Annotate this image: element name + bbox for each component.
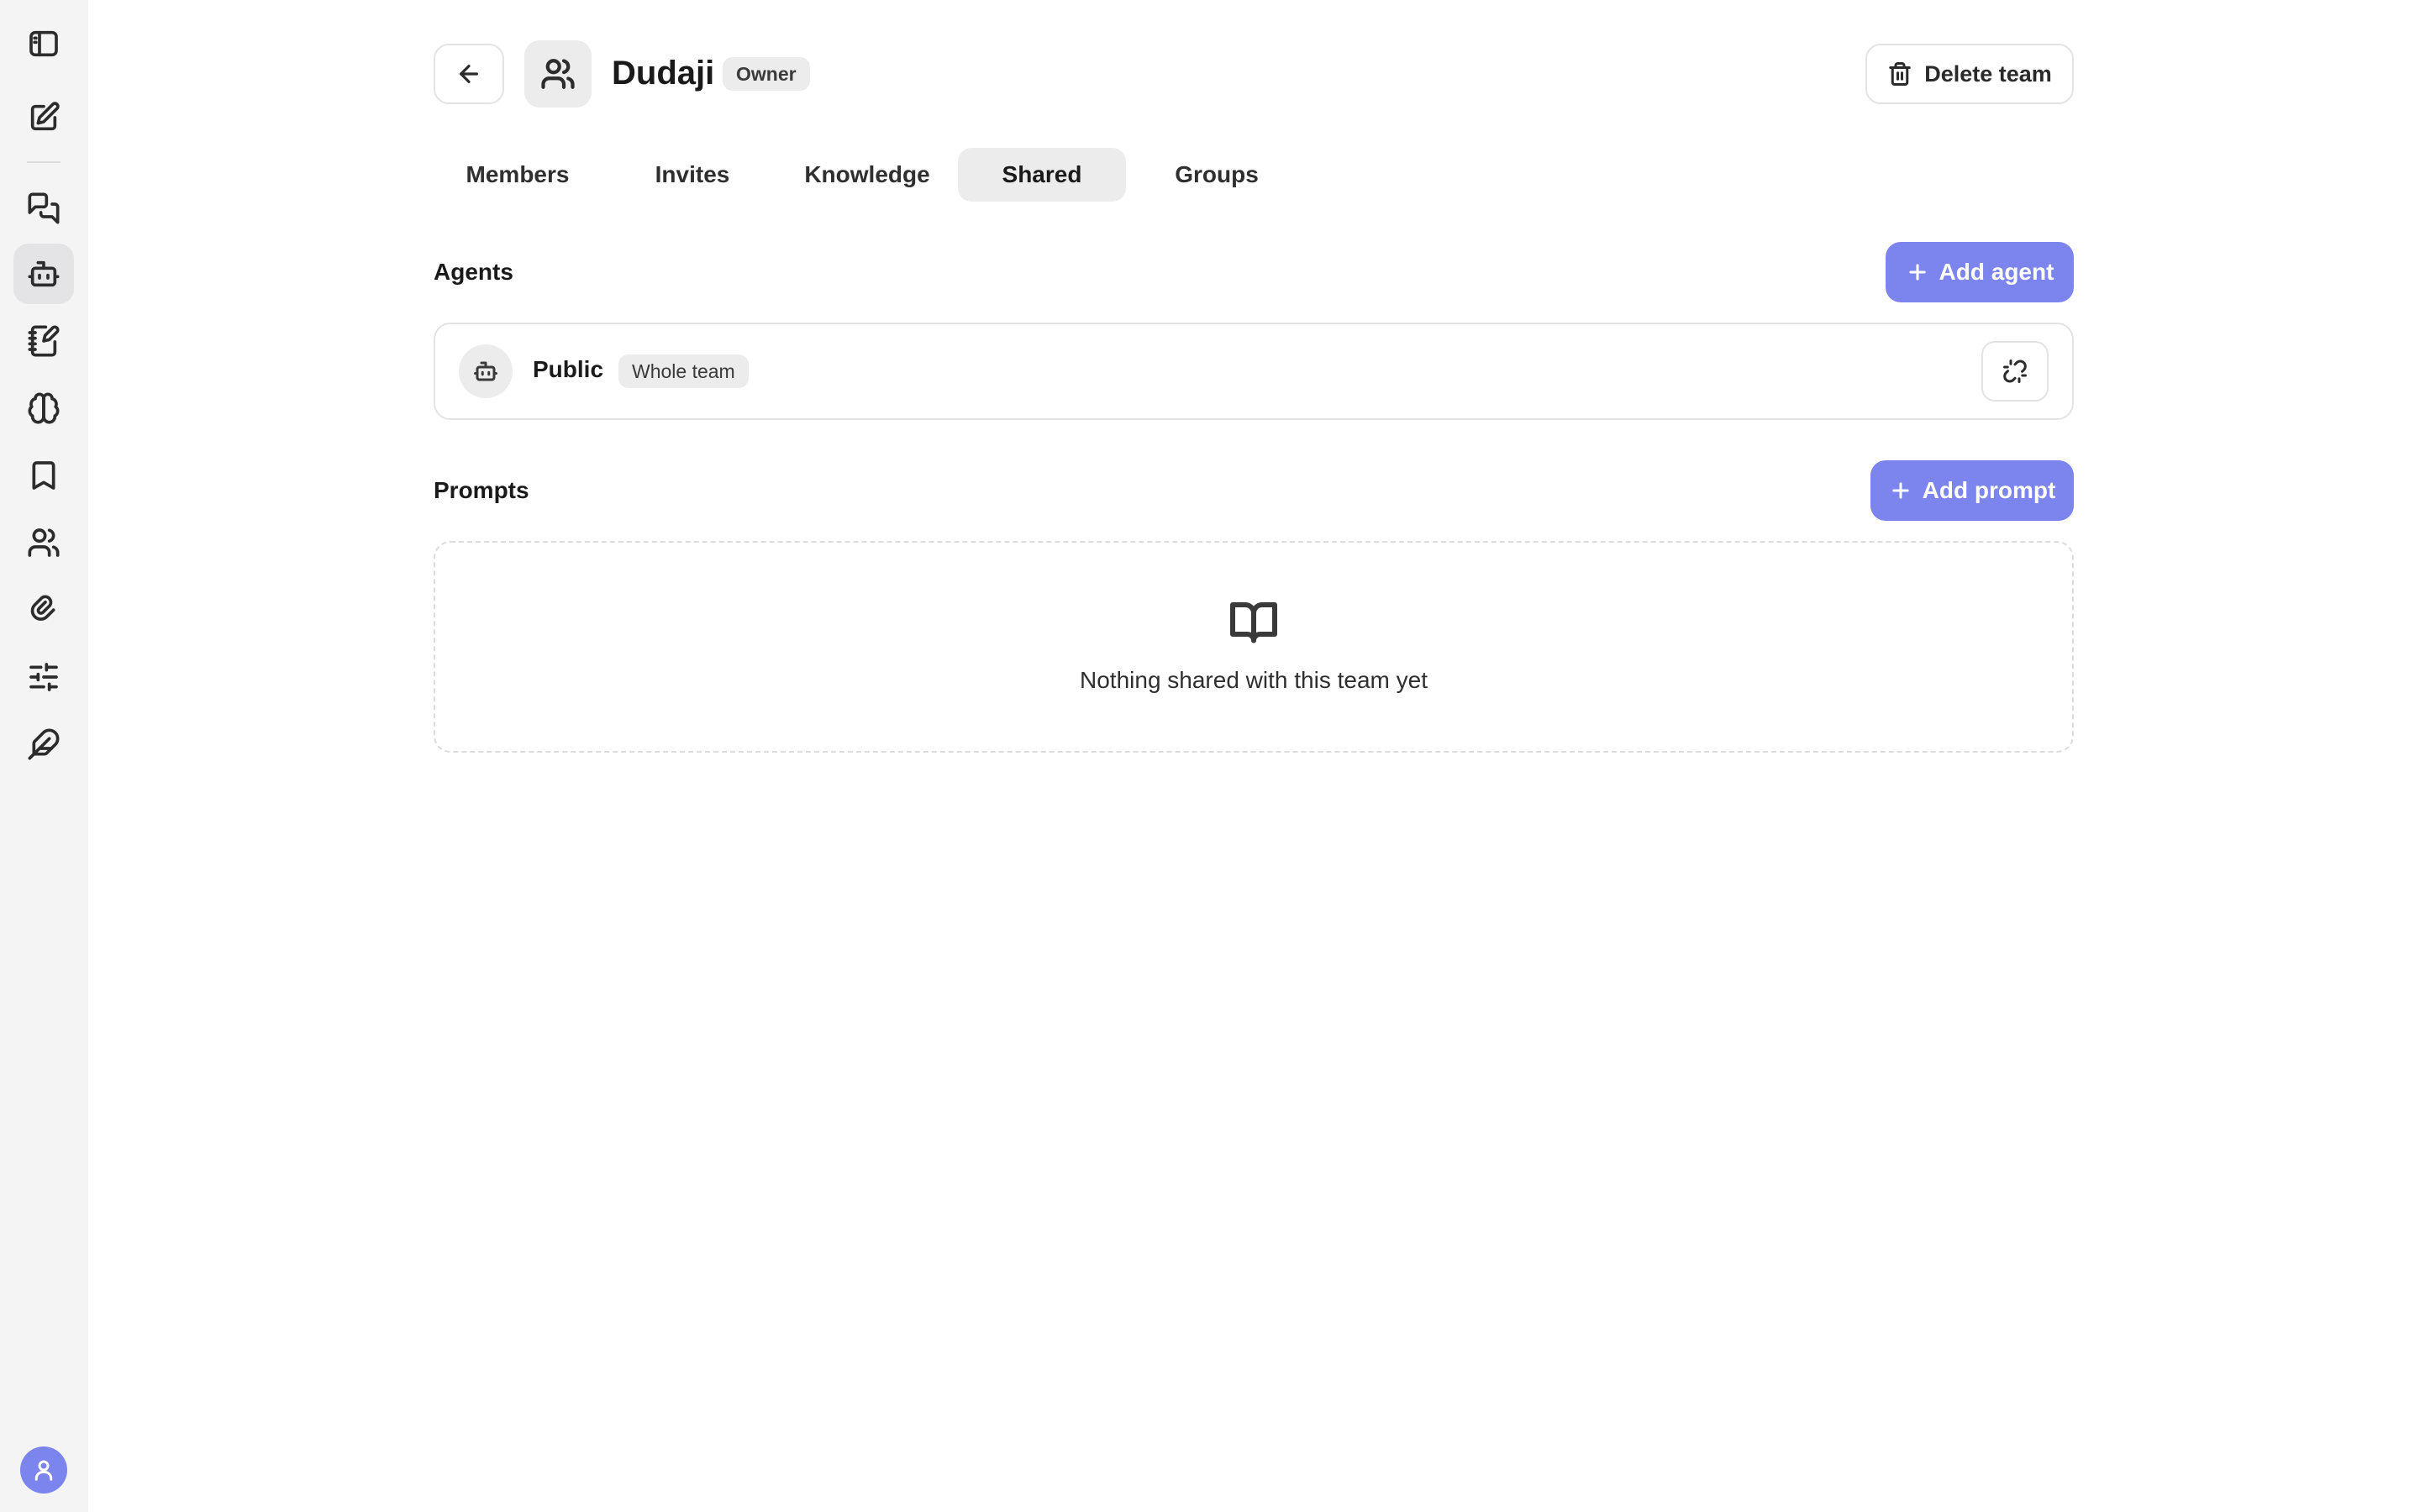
user-icon	[34, 1460, 53, 1481]
feather-icon	[28, 728, 60, 760]
delete-team-button[interactable]: Delete team	[1865, 44, 2074, 104]
sidebar-item-teams[interactable]	[13, 512, 74, 573]
agents-section-title: Agents	[434, 259, 513, 285]
tab-knowledge[interactable]: Knowledge	[783, 148, 951, 202]
sidebar-item-notebook[interactable]	[13, 311, 74, 371]
team-avatar	[524, 40, 592, 108]
sidebar-item-settings[interactable]	[13, 647, 74, 707]
back-button[interactable]	[434, 44, 504, 104]
trash-icon	[1889, 62, 1911, 86]
brain-icon	[28, 392, 60, 424]
arrow-left-icon	[460, 65, 478, 83]
role-badge: Owner	[723, 57, 810, 91]
add-agent-button[interactable]: Add agent	[1886, 242, 2074, 302]
bot-icon	[474, 361, 497, 381]
empty-state-text: Nothing shared with this team yet	[1080, 667, 1428, 693]
sidebar-item-attachments[interactable]	[13, 580, 74, 640]
sidebar-item-bookmarks[interactable]	[13, 445, 74, 506]
add-agent-label: Add agent	[1939, 259, 2054, 285]
sidebar-divider	[27, 161, 60, 163]
user-avatar[interactable]	[20, 1446, 67, 1494]
plus-icon	[1908, 264, 1926, 281]
team-icon	[541, 59, 575, 89]
sidebar-item-memory[interactable]	[13, 378, 74, 438]
team-name: Dudaji	[612, 55, 715, 92]
panel-toggle-icon	[29, 30, 58, 57]
teams-icon	[28, 528, 60, 557]
agent-name: Public	[533, 356, 604, 382]
toggle-sidebar-button[interactable]	[13, 13, 74, 74]
attachments-icon	[30, 595, 55, 621]
scope-badge: Whole team	[618, 354, 749, 388]
book-open-icon	[1228, 596, 1279, 647]
prompts-section-title: Prompts	[434, 477, 529, 503]
settings-sliders-icon	[29, 663, 58, 691]
tab-invites[interactable]: Invites	[608, 148, 776, 202]
delete-team-label: Delete team	[1924, 60, 2052, 87]
sidebar-item-agents[interactable]	[13, 244, 74, 304]
unlink-icon	[2003, 360, 2027, 383]
sidebar-item-feather[interactable]	[13, 714, 74, 774]
app-root: Dudaji Owner Delete team Members Invites…	[0, 0, 2420, 1512]
main-content: Dudaji Owner Delete team Members Invites…	[434, 0, 2074, 1512]
tab-members[interactable]: Members	[434, 148, 602, 202]
unshare-agent-button[interactable]	[1981, 341, 2049, 402]
list-item[interactable]: Public Whole team	[434, 323, 2074, 420]
notebook-icon	[28, 325, 60, 357]
conversations-icon	[28, 192, 60, 224]
sidebar	[0, 0, 88, 1512]
tab-groups[interactable]: Groups	[1133, 148, 1301, 202]
new-chat-icon	[30, 102, 60, 131]
new-chat-button[interactable]	[13, 87, 74, 148]
agents-icon	[28, 260, 60, 287]
add-prompt-label: Add prompt	[1922, 477, 2056, 503]
agent-avatar	[459, 344, 513, 398]
empty-state: Nothing shared with this team yet	[434, 541, 2074, 753]
plus-icon	[1891, 482, 1909, 499]
add-prompt-button[interactable]: Add prompt	[1870, 460, 2074, 521]
sidebar-item-conversations[interactable]	[13, 178, 74, 239]
bookmark-icon	[32, 461, 55, 490]
tab-bar: Members Invites Knowledge Shared Groups	[434, 148, 1358, 202]
tab-shared[interactable]: Shared	[958, 148, 1126, 202]
